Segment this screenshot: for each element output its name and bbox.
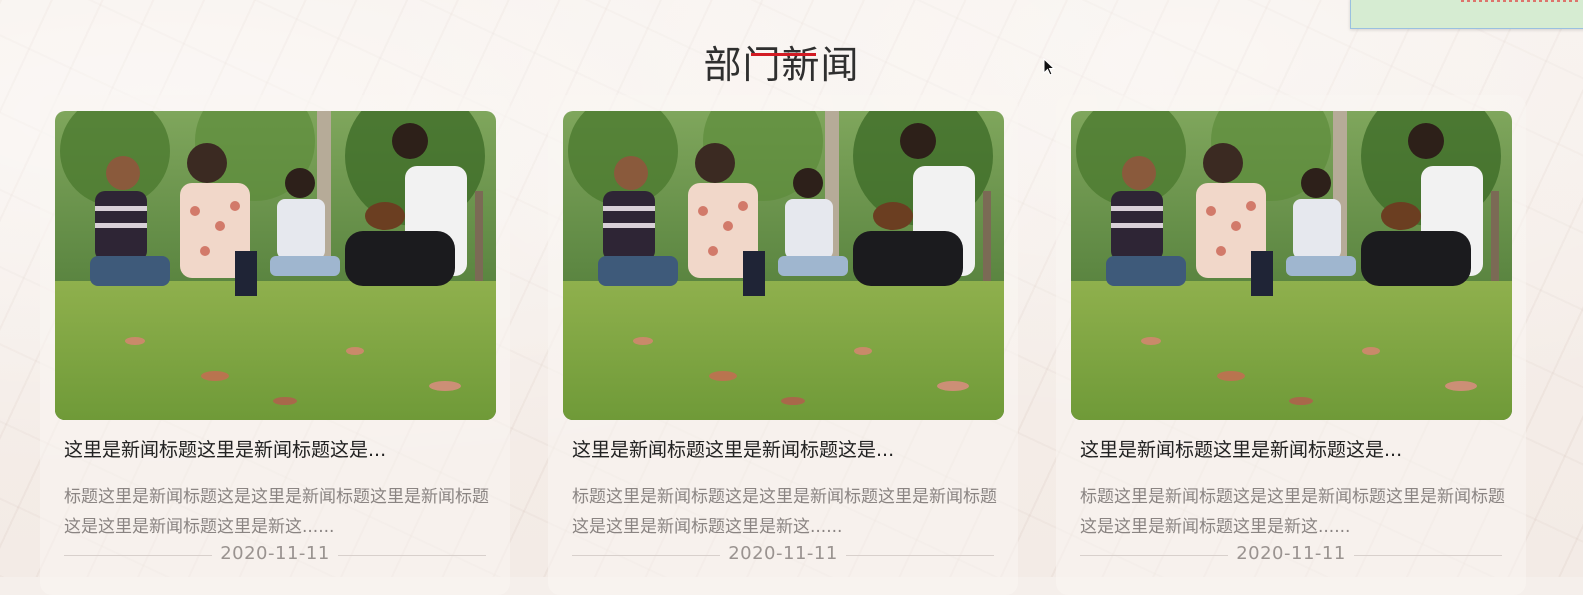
news-date: 2020-11-11 xyxy=(728,543,838,564)
news-date: 2020-11-11 xyxy=(220,543,330,564)
news-image[interactable] xyxy=(1071,111,1512,420)
date-row: 2020-11-11 xyxy=(572,543,994,567)
news-summary: 标题这里是新闻标题这是这里是新闻标题这里是新闻标题这是这里是新闻标题这里是新这.… xyxy=(64,487,489,537)
news-card[interactable]: 这里是新闻标题这里是新闻标题这是... 标题这里是新闻标题这是这里是新闻标题这里… xyxy=(40,95,510,595)
notification-popup[interactable] xyxy=(1350,0,1583,29)
date-row: 2020-11-11 xyxy=(1080,543,1502,567)
divider-line xyxy=(1354,555,1502,556)
divider-line xyxy=(846,555,994,556)
news-card[interactable]: 这里是新闻标题这里是新闻标题这是... 标题这里是新闻标题这是这里是新闻标题这里… xyxy=(548,95,1018,595)
mouse-pointer-icon xyxy=(1043,58,1055,76)
news-title[interactable]: 这里是新闻标题这里是新闻标题这是... xyxy=(64,435,484,462)
photo-friends-on-lawn-icon xyxy=(55,111,496,420)
news-image[interactable] xyxy=(55,111,496,420)
photo-friends-on-lawn-icon xyxy=(1071,111,1512,420)
news-summary: 标题这里是新闻标题这是这里是新闻标题这里是新闻标题这是这里是新闻标题这里是新这.… xyxy=(1080,487,1505,537)
date-row: 2020-11-11 xyxy=(64,543,486,567)
news-title[interactable]: 这里是新闻标题这里是新闻标题这是... xyxy=(572,435,992,462)
news-image[interactable] xyxy=(563,111,1004,420)
spellcheck-underline xyxy=(1461,0,1581,2)
divider-line xyxy=(338,555,486,556)
news-title[interactable]: 这里是新闻标题这里是新闻标题这是... xyxy=(1080,435,1500,462)
title-underline xyxy=(751,53,816,56)
photo-friends-on-lawn-icon xyxy=(563,111,1004,420)
section-title: 部门新闻 xyxy=(703,42,860,87)
news-date: 2020-11-11 xyxy=(1236,543,1346,564)
news-summary: 标题这里是新闻标题这是这里是新闻标题这里是新闻标题这是这里是新闻标题这里是新这.… xyxy=(572,487,997,537)
news-card[interactable]: 这里是新闻标题这里是新闻标题这是... 标题这里是新闻标题这是这里是新闻标题这里… xyxy=(1056,95,1526,595)
